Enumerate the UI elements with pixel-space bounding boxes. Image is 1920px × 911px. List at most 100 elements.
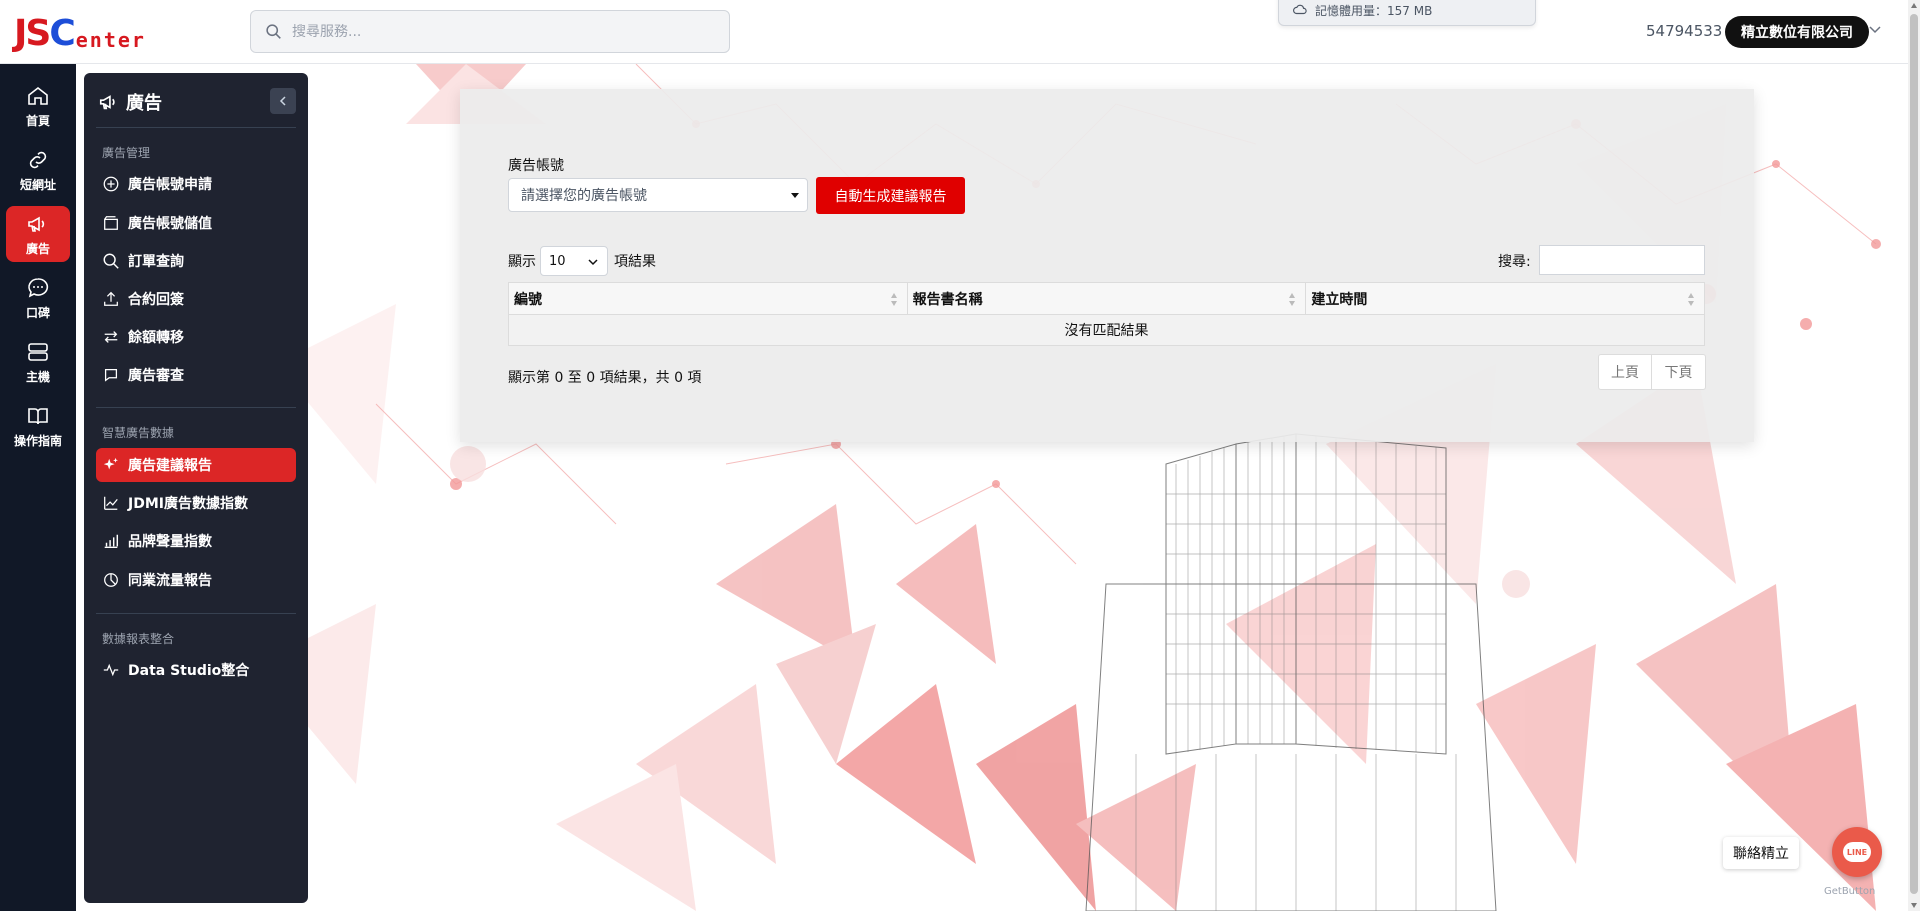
panel-title: 廣告 [98, 89, 162, 115]
column-header-created-time[interactable]: 建立時間 [1306, 283, 1704, 314]
nav-item-brand-voice-index[interactable]: 品牌聲量指數 [96, 524, 296, 558]
previous-page-button[interactable]: 上頁 [1599, 355, 1652, 389]
page-length-control: 顯示 10 項結果 [508, 246, 656, 276]
home-icon [28, 86, 48, 105]
chat-icon [28, 277, 49, 297]
line-icon: LINE [1843, 842, 1871, 862]
nav-item-industry-traffic-report[interactable]: 同業流量報告 [96, 563, 296, 597]
nav-item-label: 訂單查詢 [128, 254, 184, 270]
generate-report-button[interactable]: 自動生成建議報告 [816, 177, 965, 214]
logo-c-letter: C [49, 13, 75, 54]
chevron-down-icon[interactable] [1868, 22, 1882, 36]
section-title-report-integration: 數據報表整合 [102, 632, 175, 646]
ad-account-select[interactable]: 請選擇您的廣告帳號 [508, 178, 808, 212]
divider [96, 407, 296, 408]
nav-item-account-apply[interactable]: 廣告帳號申請 [96, 167, 296, 201]
bars-icon [104, 534, 119, 549]
rail-item-label: 短網址 [19, 177, 56, 192]
rail-item-short-url[interactable]: 短網址 [6, 142, 70, 198]
pagination: 上頁 下頁 [1598, 354, 1706, 390]
ad-account-select-value: 請選擇您的廣告帳號 [521, 188, 647, 204]
rail-item-server[interactable]: 主機 [6, 334, 70, 390]
report-card: 廣告帳號 請選擇您的廣告帳號 自動生成建議報告 顯示 10 項結果 搜尋: 編號… [460, 89, 1754, 442]
nav-item-order-query[interactable]: 訂單查詢 [96, 244, 296, 278]
company-account-button[interactable]: 精立數位有限公司 [1725, 16, 1869, 48]
column-header-report-name[interactable]: 報告書名稱 [908, 283, 1307, 314]
search-icon [103, 253, 119, 269]
nav-item-account-topup[interactable]: 廣告帳號儲值 [96, 206, 296, 240]
cloud-icon [1293, 4, 1307, 15]
message-icon [104, 368, 118, 382]
pie-icon [104, 573, 118, 587]
empty-table-message: 沒有匹配結果 [509, 315, 1704, 345]
trend-icon [104, 496, 118, 510]
divider [96, 613, 296, 614]
rail-item-label: 廣告 [25, 241, 50, 256]
ads-sidebar-panel: 廣告 廣告管理 廣告帳號申請 廣告帳號儲值 訂單查詢 合約回簽 餘額轉移 廣告審… [84, 73, 308, 903]
sort-icon [1289, 293, 1296, 306]
ad-account-label: 廣告帳號 [508, 158, 564, 174]
table-search-label: 搜尋: [1498, 254, 1531, 270]
user-id: 54794533 [1646, 22, 1723, 40]
page-length-select[interactable]: 10 [540, 246, 608, 276]
table-header: 編號 報告書名稱 建立時間 [509, 283, 1704, 315]
nav-item-label: 廣告審查 [128, 368, 184, 384]
column-header-id[interactable]: 編號 [509, 283, 908, 314]
search-icon [266, 24, 281, 39]
page-scrollbar[interactable] [1908, 0, 1920, 911]
nav-item-jdmi-index[interactable]: JDMI廣告數據指數 [96, 486, 296, 520]
column-header-label: 報告書名稱 [912, 291, 983, 308]
nav-item-label: Data Studio整合 [128, 663, 250, 679]
rail-item-label: 主機 [25, 369, 50, 384]
getbutton-credit[interactable]: GetButton [1824, 886, 1875, 897]
plus-circle-icon [103, 176, 119, 192]
nav-item-label: 餘額轉移 [128, 330, 184, 346]
nav-item-label: 品牌聲量指數 [128, 534, 212, 550]
service-search-input[interactable] [292, 23, 712, 40]
scrollbar-thumb[interactable] [1910, 14, 1918, 894]
nav-item-label: JDMI廣告數據指數 [128, 496, 248, 512]
rail-item-ads[interactable]: 廣告 [6, 206, 70, 262]
scroll-up-arrow-icon[interactable] [1911, 3, 1917, 8]
collapse-sidebar-button[interactable] [270, 88, 296, 114]
chevron-down-icon [588, 259, 598, 266]
nav-item-label: 同業流量報告 [128, 573, 212, 589]
logo-main-text: JSC [14, 13, 76, 54]
upload-icon [104, 291, 118, 306]
table-search-input[interactable] [1539, 245, 1705, 275]
nav-item-data-studio[interactable]: Data Studio整合 [96, 653, 296, 687]
line-contact-button[interactable]: LINE [1832, 827, 1882, 877]
pulse-icon [103, 663, 119, 677]
sparkle-icon [103, 457, 118, 470]
divider [96, 127, 296, 128]
rail-item-reputation[interactable]: 口碑 [6, 270, 70, 326]
server-icon [28, 342, 48, 361]
contact-label[interactable]: 聯絡精立 [1723, 837, 1799, 869]
sort-icon [1688, 293, 1695, 306]
scroll-down-arrow-icon[interactable] [1911, 903, 1917, 908]
rail-item-home[interactable]: 首頁 [6, 78, 70, 134]
memory-usage-badge: 記憶體用量：157 MB [1278, 0, 1536, 26]
nav-item-label: 廣告帳號儲值 [128, 216, 212, 232]
wallet-icon [104, 216, 118, 230]
caret-down-icon [791, 193, 799, 198]
panel-title-text: 廣告 [126, 93, 162, 114]
section-title-ad-management: 廣告管理 [102, 146, 151, 160]
show-prefix: 顯示 [508, 254, 536, 270]
nav-item-ad-review[interactable]: 廣告審查 [96, 358, 296, 392]
book-icon [28, 407, 48, 424]
jsc-center-logo[interactable]: JSC enter [14, 13, 146, 54]
transfer-icon [104, 331, 118, 343]
column-header-label: 建立時間 [1311, 291, 1368, 308]
page-length-value: 10 [549, 253, 566, 269]
nav-item-ad-suggestion-report[interactable]: 廣告建議報告 [96, 448, 296, 482]
service-search-box [250, 10, 730, 53]
sort-icon [890, 293, 898, 306]
nav-item-contract-return[interactable]: 合約回簽 [96, 282, 296, 316]
nav-item-label: 合約回簽 [128, 292, 184, 308]
nav-item-balance-transfer[interactable]: 餘額轉移 [96, 320, 296, 354]
rail-item-guide[interactable]: 操作指南 [6, 398, 70, 454]
logo-sub-text: enter [75, 28, 146, 52]
next-page-button[interactable]: 下頁 [1652, 355, 1705, 389]
megaphone-icon [28, 216, 45, 232]
